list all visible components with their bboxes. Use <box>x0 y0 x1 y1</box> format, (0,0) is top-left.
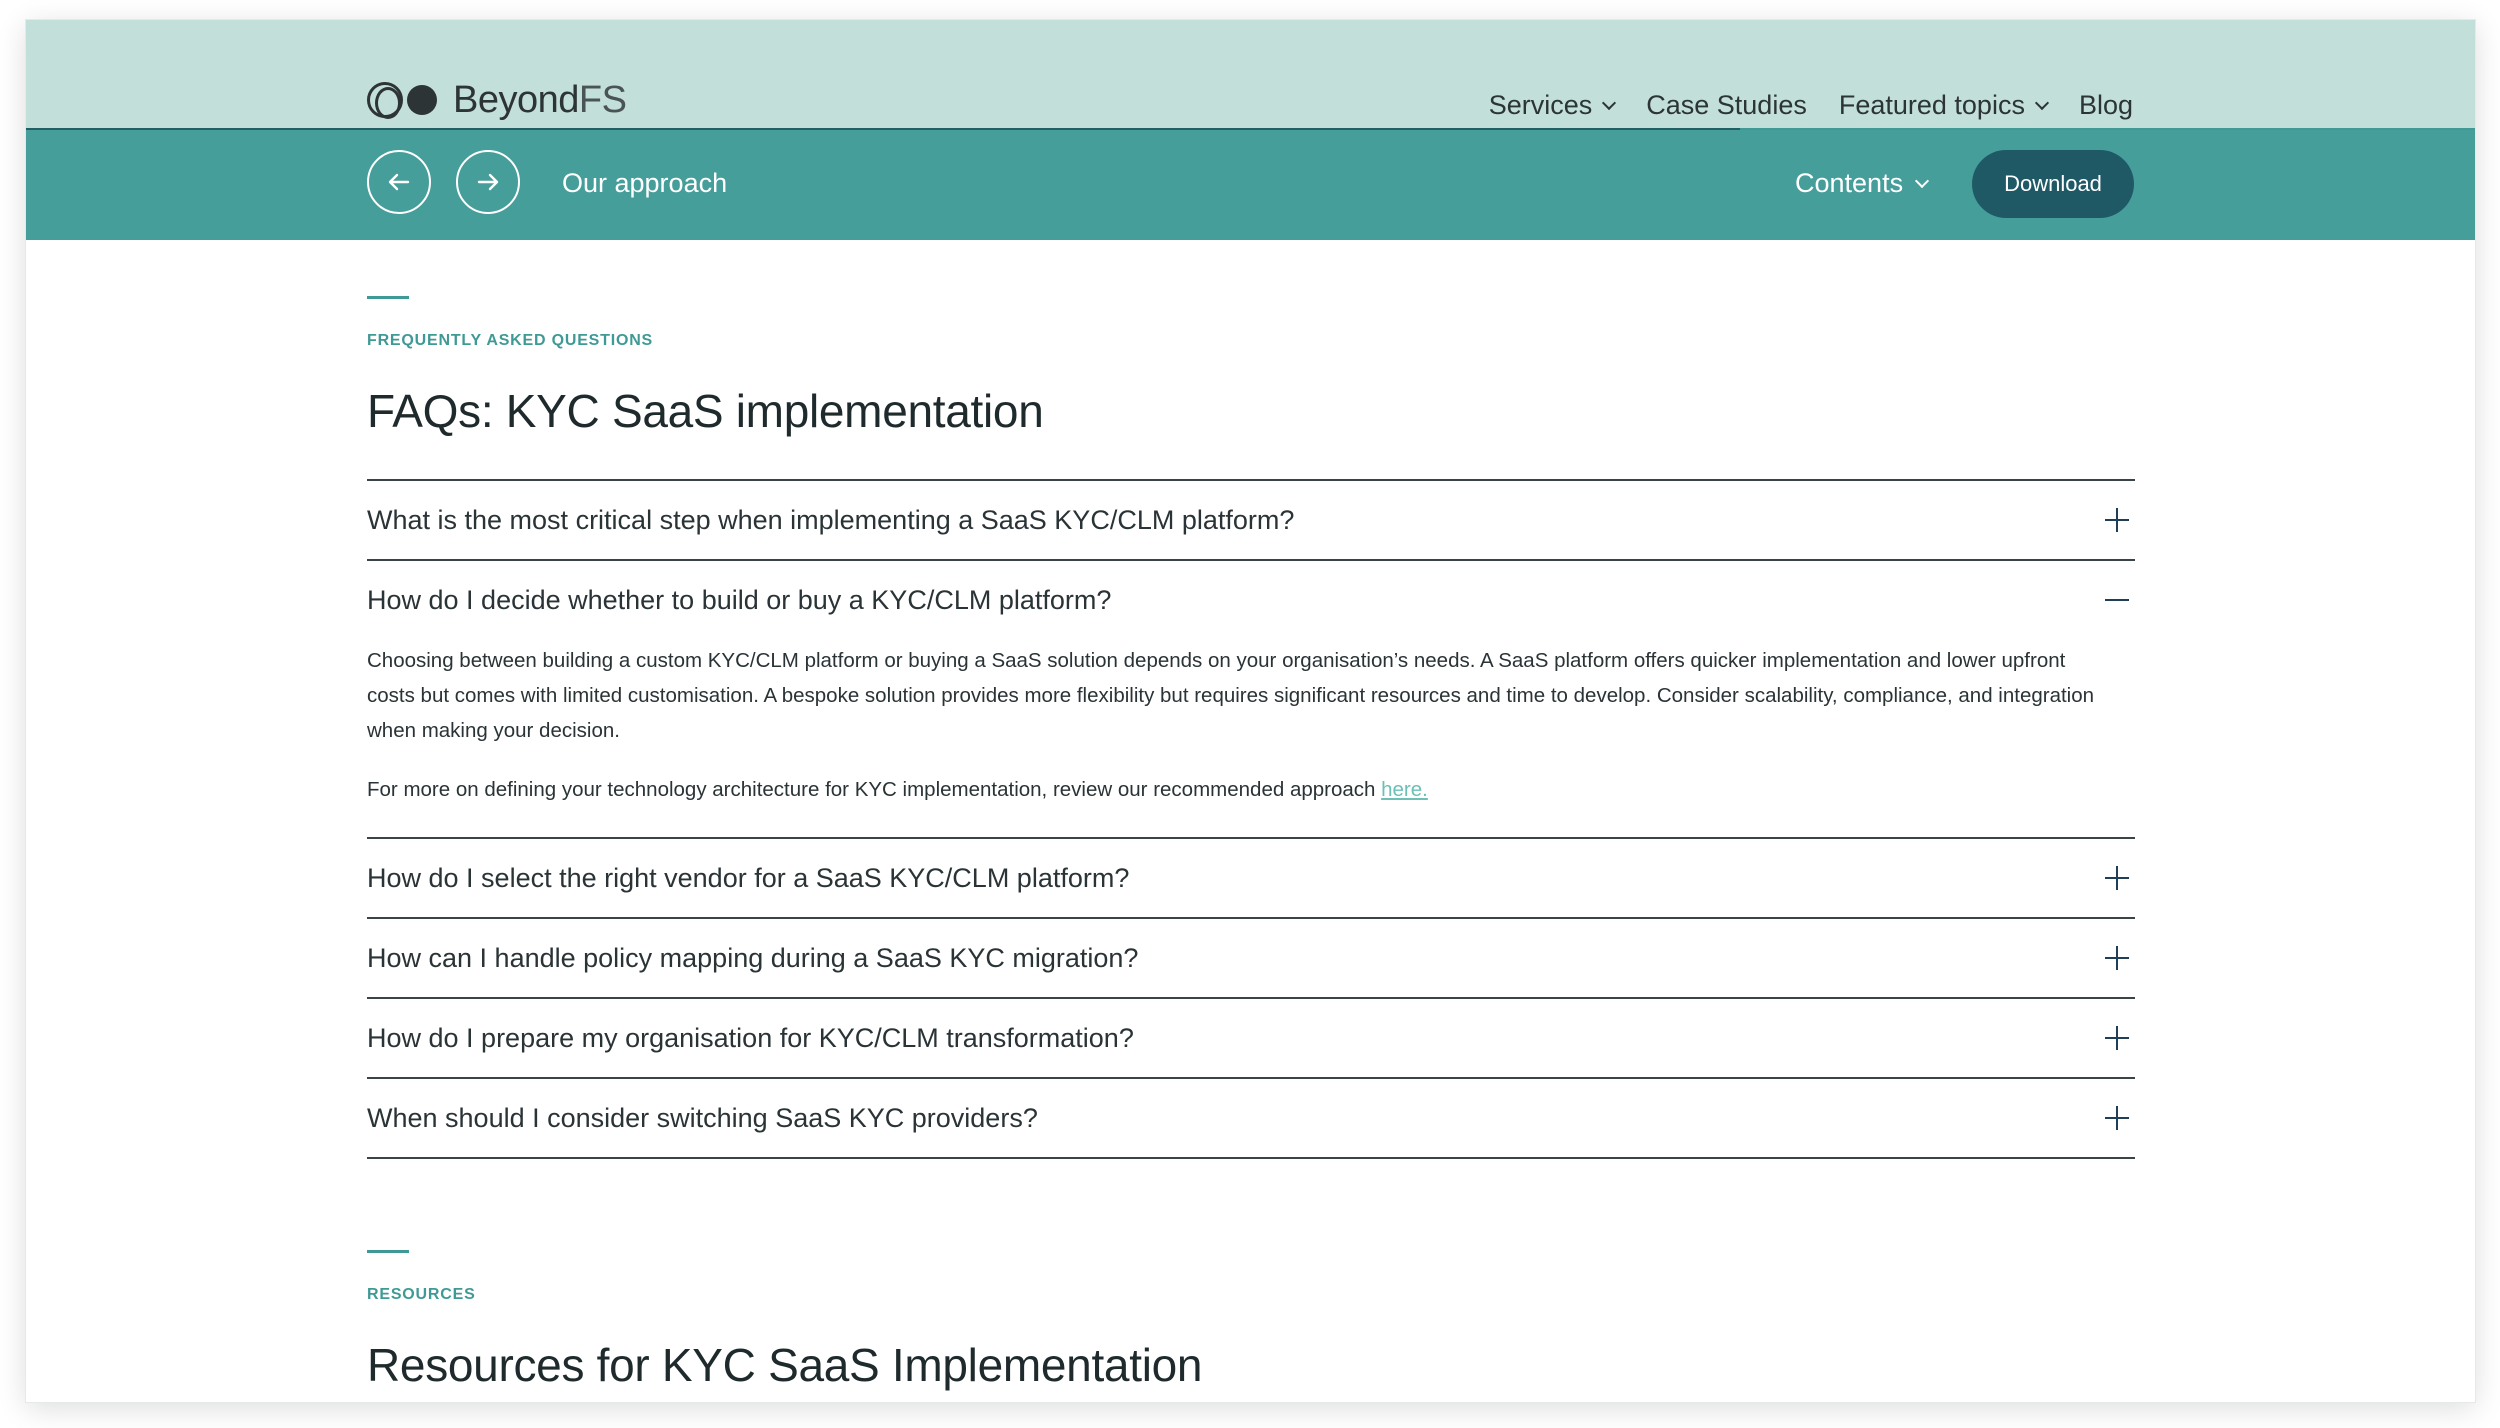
faq-item: How can I handle policy mapping during a… <box>367 917 2135 997</box>
faq-question-toggle[interactable]: How do I decide whether to build or buy … <box>367 561 2135 639</box>
plus-icon <box>2105 945 2131 971</box>
arrow-left-icon <box>388 173 410 191</box>
main-nav: Services Case Studies Featured topics Bl… <box>1489 90 2133 121</box>
faq-question: When should I consider switching SaaS KY… <box>367 1102 1038 1133</box>
previous-section-button[interactable] <box>367 150 431 214</box>
minus-icon <box>2105 587 2131 613</box>
plus-icon <box>2105 1105 2131 1131</box>
current-section-label: Our approach <box>562 168 728 198</box>
faq-question: How do I decide whether to build or buy … <box>367 584 1112 615</box>
faq-accordion: What is the most critical step when impl… <box>367 479 2135 1159</box>
faq-question-toggle[interactable]: How do I prepare my organisation for KYC… <box>367 999 2135 1077</box>
faq-question-toggle[interactable]: How can I handle policy mapping during a… <box>367 919 2135 997</box>
faq-question: How can I handle policy mapping during a… <box>367 942 1139 973</box>
faq-title: FAQs: KYC SaaS implementation <box>367 385 1044 437</box>
browser-viewport: BeyondFS Services Case Studies Featured … <box>26 20 2475 1402</box>
faq-item: When should I consider switching SaaS KY… <box>367 1077 2135 1159</box>
plus-icon <box>2105 865 2131 891</box>
logo-mark-icon <box>367 82 437 119</box>
logo-wordmark: BeyondFS <box>453 78 627 121</box>
nav-blog[interactable]: Blog <box>2079 90 2133 121</box>
approach-link[interactable]: here. <box>1381 778 1428 801</box>
next-section-button[interactable] <box>456 150 520 214</box>
contents-dropdown[interactable]: Contents <box>1795 168 1930 199</box>
chevron-down-icon <box>1602 95 1617 110</box>
plus-icon <box>2105 507 2131 533</box>
nav-featured-topics[interactable]: Featured topics <box>1839 90 2050 121</box>
faq-question-toggle[interactable]: How do I select the right vendor for a S… <box>367 839 2135 917</box>
faq-eyebrow: FREQUENTLY ASKED QUESTIONS <box>367 332 654 349</box>
section-accent-line <box>367 1250 409 1253</box>
faq-question-toggle[interactable]: What is the most critical step when impl… <box>367 481 2135 559</box>
faq-item: What is the most critical step when impl… <box>367 479 2135 559</box>
faq-item: How do I select the right vendor for a S… <box>367 837 2135 917</box>
faq-item: How do I prepare my organisation for KYC… <box>367 997 2135 1077</box>
chevron-down-icon <box>2034 95 2050 110</box>
section-accent-line <box>367 296 409 299</box>
faq-item-expanded: How do I decide whether to build or buy … <box>367 559 2135 837</box>
arrow-right-icon <box>477 173 499 191</box>
faq-question-toggle[interactable]: When should I consider switching SaaS KY… <box>367 1079 2135 1157</box>
faq-answer-followup: For more on defining your technology arc… <box>367 778 1428 801</box>
chevron-down-icon <box>1915 173 1930 188</box>
nav-case-studies[interactable]: Case Studies <box>1646 90 1807 121</box>
faq-question: How do I select the right vendor for a S… <box>367 862 1130 893</box>
nav-services[interactable]: Services <box>1489 90 1617 121</box>
resources-title: Resources for KYC SaaS Implementation <box>367 1339 1203 1391</box>
faq-question: How do I prepare my organisation for KYC… <box>367 1022 1134 1053</box>
faq-question: What is the most critical step when impl… <box>367 504 1295 535</box>
resources-eyebrow: RESOURCES <box>367 1286 476 1303</box>
download-button[interactable]: Download <box>1972 150 2134 218</box>
faq-answer: Choosing between building a custom KYC/C… <box>367 639 2135 837</box>
plus-icon <box>2105 1025 2131 1051</box>
beyondfs-logo[interactable]: BeyondFS <box>367 76 627 124</box>
faq-answer-text: Choosing between building a custom KYC/C… <box>367 649 2095 742</box>
